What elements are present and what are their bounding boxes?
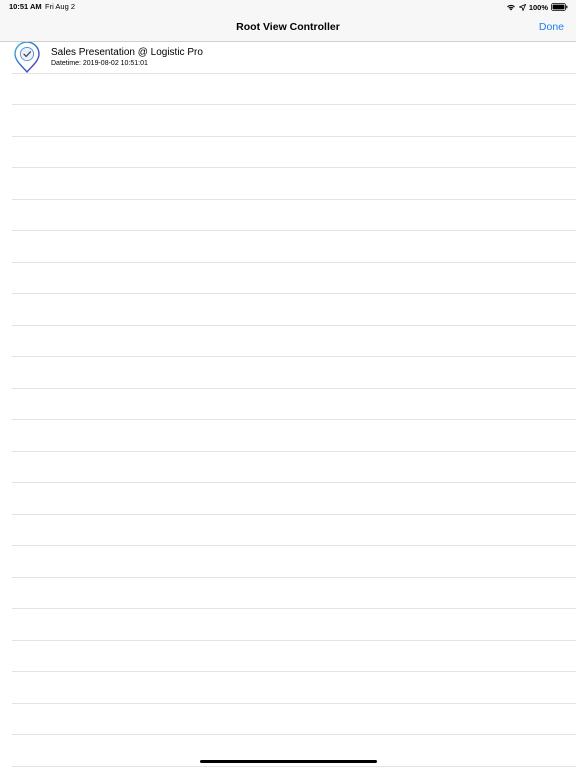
- status-indicators: 100%: [506, 2, 568, 12]
- empty-row: [12, 389, 576, 420]
- battery-icon: [551, 3, 568, 11]
- empty-row: [12, 105, 576, 137]
- status-date: Fri Aug 2: [45, 2, 76, 11]
- empty-row: [12, 200, 576, 231]
- location-pin-check-icon: [12, 41, 42, 74]
- empty-row: [12, 578, 576, 609]
- status-time: 10:51 AM: [9, 2, 42, 11]
- empty-row: [12, 357, 576, 389]
- done-button[interactable]: Done: [539, 21, 564, 33]
- empty-row: [12, 74, 576, 105]
- empty-row: [12, 704, 576, 735]
- location-arrow-icon: [518, 3, 526, 11]
- empty-row: [12, 609, 576, 641]
- navigation-bar: Root View Controller Done: [0, 14, 576, 42]
- wifi-icon: [506, 3, 516, 11]
- empty-row: [12, 137, 576, 168]
- empty-row: [12, 452, 576, 483]
- table-view[interactable]: Sales Presentation @ Logistic Pro Dateti…: [0, 41, 576, 767]
- status-bar: 10:51 AM Fri Aug 2 100%: [0, 0, 576, 14]
- list-item[interactable]: Sales Presentation @ Logistic Pro Dateti…: [12, 41, 576, 74]
- empty-row: [12, 168, 576, 200]
- empty-row: [12, 326, 576, 357]
- battery-percentage: 100%: [528, 2, 548, 12]
- empty-row: [12, 546, 576, 578]
- page-title: Root View Controller: [236, 21, 340, 33]
- empty-row: [12, 672, 576, 704]
- empty-row: [12, 641, 576, 672]
- empty-row: [12, 263, 576, 294]
- empty-row: [12, 515, 576, 546]
- empty-row: [12, 294, 576, 326]
- home-indicator: [200, 760, 377, 763]
- list-item-subtitle: Datetime: 2019-08-02 10:51:01: [51, 60, 148, 67]
- empty-row: [12, 231, 576, 263]
- empty-row: [12, 420, 576, 452]
- empty-rows-container: [0, 74, 576, 767]
- list-item-title: Sales Presentation @ Logistic Pro: [51, 47, 203, 58]
- empty-row: [12, 483, 576, 515]
